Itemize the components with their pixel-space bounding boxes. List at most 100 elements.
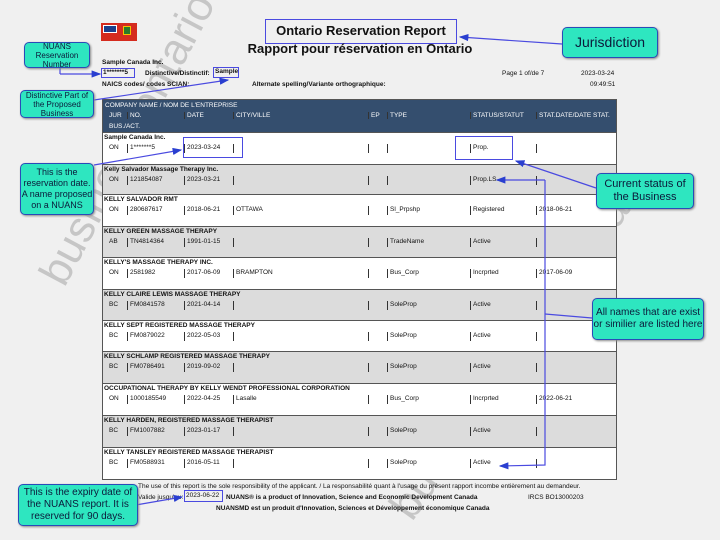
cell-city — [233, 363, 236, 372]
cell-no: 2581982 — [127, 269, 155, 278]
cell-stat-date: 2018-06-21 — [536, 206, 572, 215]
company-name: KELLY SEPT REGISTERED MASSAGE THERAPY — [104, 322, 255, 329]
col-city: CITY/VILLE — [233, 112, 270, 119]
cell-stat-date — [536, 332, 539, 341]
cell-ep — [368, 269, 371, 278]
cell-type: SoleProp — [387, 363, 417, 372]
nuans-fr: NUANSMD est un produit d'Innovation, Sci… — [216, 505, 490, 512]
cell-ep — [368, 363, 371, 372]
cell-city — [233, 332, 236, 341]
cell-stat-date — [536, 427, 539, 436]
cell-jur: BC — [109, 332, 119, 339]
cell-jur: BC — [109, 427, 119, 434]
cell-type: Bus_Corp — [387, 269, 419, 278]
col-jur: JUR — [109, 112, 122, 119]
cell-stat-date — [536, 176, 539, 185]
callout-jurisdiction: Jurisdiction — [562, 27, 658, 58]
cell-ep — [368, 301, 371, 310]
cell-no: 1*******5 — [127, 144, 155, 153]
cell-jur: BC — [109, 301, 119, 308]
table-row: KELLY SEPT REGISTERED MASSAGE THERAPY BC F… — [103, 320, 616, 351]
status-highlight — [455, 136, 513, 160]
table-row: KELLY HARDEN, REGISTERED MASSAGE THERAPI… — [103, 415, 616, 447]
callout-expiry: This is the expiry date of the NUANS rep… — [18, 484, 138, 526]
disclaimer: The use of this report is the sole respo… — [138, 483, 581, 490]
callout-reservation-number: NUANS Reservation Number — [24, 42, 90, 69]
cell-date: 2022-04-25 — [184, 395, 220, 404]
cell-date: 1991-01-15 — [184, 238, 220, 247]
cell-jur: ON — [109, 269, 119, 276]
table-row: Sample Canada Inc. ON 1*******5 2023-03-24 P… — [103, 132, 616, 164]
cell-type: Sl_Prpshp — [387, 206, 420, 215]
results-table: COMPANY NAME / NOM DE L'ENTREPRISE JUR N… — [102, 99, 617, 480]
cell-stat-date: 2022-06-21 — [536, 395, 572, 404]
col-no: NO. — [127, 112, 142, 119]
cell-ep — [368, 395, 371, 404]
cell-date: 2023-03-21 — [184, 176, 220, 185]
cell-status: Active — [470, 332, 491, 341]
cell-type: SoleProp — [387, 332, 417, 341]
callout-all-names: All names that are exist or similier are… — [592, 298, 704, 340]
cell-no: 121854087 — [127, 176, 163, 185]
cell-status: Registered — [470, 206, 504, 215]
cell-jur: BC — [109, 459, 119, 466]
company-name: KELLY SCHLAMP REGISTERED MASSAGE THERAPY — [104, 353, 271, 360]
alt-spelling-label: Alternate spelling/Variante orthographiq… — [252, 81, 386, 88]
valid-label: Valide jusqu'au: — [138, 494, 184, 501]
company-name: KELLY SALVADOR RMT — [104, 196, 178, 203]
cell-type: SoleProp — [387, 459, 417, 468]
cell-city — [233, 459, 236, 468]
cell-type: Bus_Corp — [387, 395, 419, 404]
cell-city: OTTAWA — [233, 206, 263, 215]
cell-city: BRAMPTON — [233, 269, 273, 278]
cell-date: 2023-01-17 — [184, 427, 220, 436]
cell-date: 2021-04-14 — [184, 301, 220, 310]
col-date: DATE — [184, 112, 204, 119]
cell-jur: BC — [109, 363, 119, 370]
cell-no: 280687617 — [127, 206, 163, 215]
table-row: KELLY'S MASSAGE THERAPY INC. ON 2581982 201… — [103, 257, 616, 289]
col-bus-act: BUS./ACT. — [109, 123, 141, 130]
cell-type — [387, 144, 390, 153]
table-header: COMPANY NAME / NOM DE L'ENTREPRISE JUR N… — [103, 100, 616, 132]
col-stat-date: STAT.DATE/DATE STAT. — [536, 112, 610, 119]
cell-city: Lasalle — [233, 395, 257, 404]
cell-status: Active — [470, 427, 491, 436]
cell-status: Active — [470, 363, 491, 372]
cell-ep — [368, 427, 371, 436]
company-name-header: COMPANY NAME / NOM DE L'ENTREPRISE — [105, 102, 238, 109]
cell-no: FM0588931 — [127, 459, 165, 468]
cell-ep — [368, 332, 371, 341]
applicant-name: Sample Canada Inc. — [102, 59, 164, 66]
cell-date: 2022-05-03 — [184, 332, 220, 341]
cell-city — [233, 427, 236, 436]
distinctive-label: Distinctive/Distinctif: — [145, 70, 210, 77]
company-name: Sample Canada Inc. — [104, 134, 166, 141]
company-name: Kelly Salvador Massage Therapy Inc. — [104, 166, 219, 173]
ontario-flag-logo — [101, 23, 137, 41]
cell-no: FM0786491 — [127, 363, 165, 372]
table-row: KELLY SALVADOR RMT ON 280687617 2018-06-21 O… — [103, 194, 616, 226]
cell-stat-date — [536, 363, 539, 372]
cell-jur: ON — [109, 395, 119, 402]
distinctive-value: Sample — [213, 67, 239, 78]
callout-status: Current status of the Business — [596, 173, 694, 209]
report-time: 09:49:51 — [590, 81, 616, 88]
cell-no: FM0841578 — [127, 301, 165, 310]
company-name: OCCUPATIONAL THERAPY BY KELLY WENDT PROF… — [104, 385, 350, 392]
company-name: KELLY CLAIRE LEWIS MASSAGE THERAPY — [104, 291, 241, 298]
cell-jur: AB — [109, 238, 118, 245]
nuans-en: NUANS® is a product of Innovation, Scien… — [226, 494, 478, 501]
expiry-date: 2023-06-22 — [184, 490, 223, 502]
table-row: Kelly Salvador Massage Therapy Inc. ON 121… — [103, 164, 616, 194]
cell-ep — [368, 459, 371, 468]
cell-type — [387, 176, 390, 185]
company-name: KELLY'S MASSAGE THERAPY INC. — [104, 259, 213, 266]
report-title-fr: Rapport pour réservation en Ontario — [247, 41, 473, 56]
cell-date: 2019-09-02 — [184, 363, 220, 372]
page-number: Page 1 of/de 7 — [502, 70, 545, 77]
cell-ep — [368, 176, 371, 185]
cell-type: SoleProp — [387, 301, 417, 310]
cell-status: Active — [470, 301, 491, 310]
table-row: OCCUPATIONAL THERAPY BY KELLY WENDT PROF… — [103, 383, 616, 415]
